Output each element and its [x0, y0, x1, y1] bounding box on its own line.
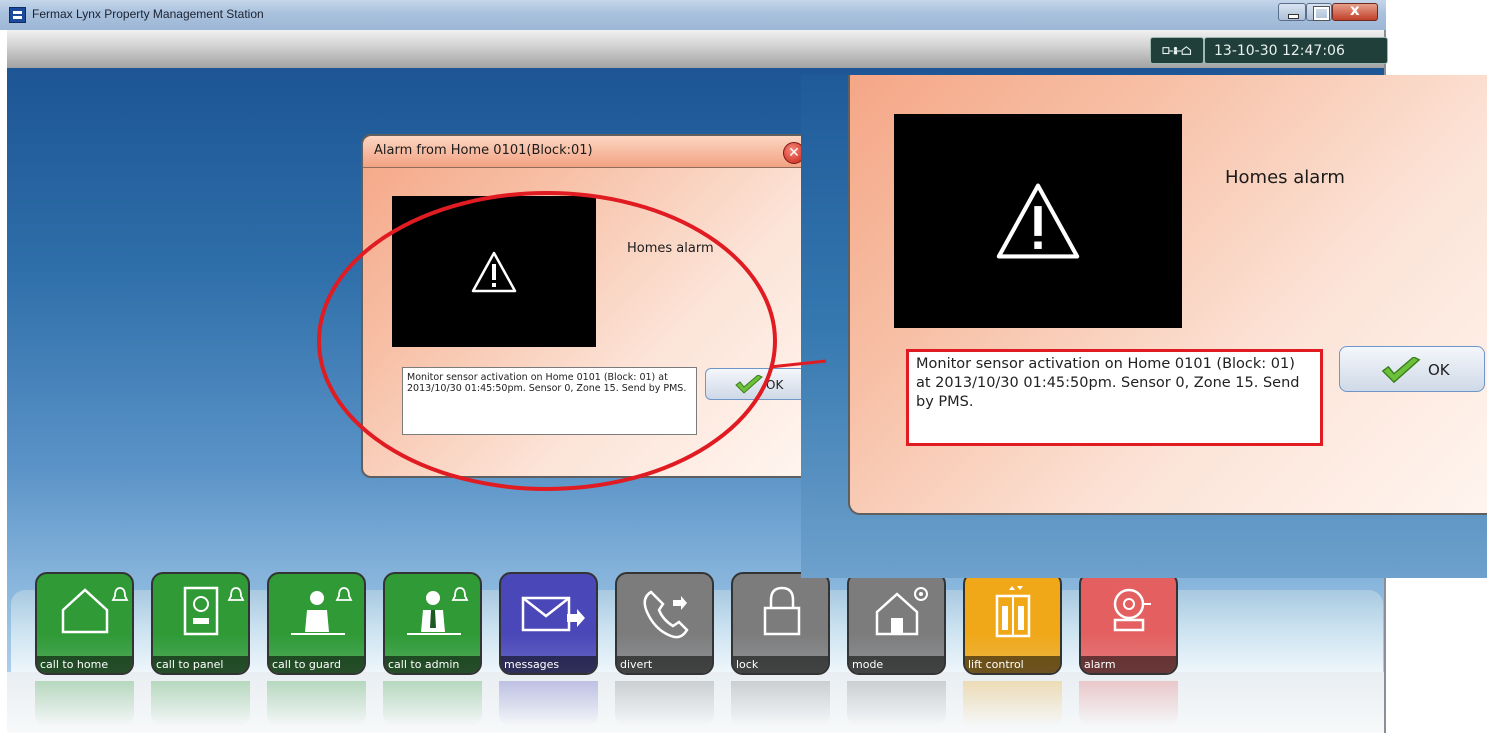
close-icon: ✕: [788, 145, 800, 161]
dock-button-lift-control[interactable]: lift control: [963, 572, 1062, 675]
zoomed-ok-label: OK: [1428, 361, 1450, 379]
dock-button-call-to-guard[interactable]: call to guard: [267, 572, 366, 675]
dock-button-call-to-home[interactable]: call to home: [35, 572, 134, 675]
dock-button-mode[interactable]: mode: [847, 572, 946, 675]
magnified-callout: Homes alarm Monitor sensor activation on…: [801, 75, 1487, 578]
dock-button-reflection: [35, 681, 134, 726]
admin-bell-icon: [385, 574, 480, 660]
zoomed-alarm-dialog: Homes alarm Monitor sensor activation on…: [848, 75, 1487, 515]
dock-button-label: lock: [733, 656, 828, 673]
dialog-titlebar: Alarm from Home 0101(Block:01) ✕: [363, 136, 809, 168]
dock-button-label: call to panel: [153, 656, 248, 673]
house-gear-icon: [849, 574, 944, 660]
title-bar: Fermax Lynx Property Management Station: [0, 0, 1386, 30]
warning-icon: [471, 251, 517, 292]
top-toolbar: 13-10-30 12:47:06: [7, 30, 1388, 68]
network-status-icon: [1162, 46, 1192, 55]
phone-divert-icon: [617, 574, 712, 660]
window-title: Fermax Lynx Property Management Station: [32, 7, 264, 21]
alarm-type-label: Homes alarm: [627, 241, 714, 256]
dock-button-divert[interactable]: divert: [615, 572, 714, 675]
dock-button-reflection: [267, 681, 366, 726]
ok-label: OK: [766, 378, 784, 392]
checkmark-icon: [1381, 357, 1421, 384]
dock-button-label: messages: [501, 656, 596, 673]
dock-button-reflection: [847, 681, 946, 726]
elevator-icon: [965, 574, 1060, 660]
alarm-dialog: Alarm from Home 0101(Block:01) ✕ Homes a…: [361, 134, 811, 478]
dock-button-reflection: [499, 681, 598, 726]
connection-status: [1150, 37, 1204, 64]
alarm-message: Monitor sensor activation on Home 0101 (…: [402, 367, 697, 435]
dock-button-call-to-admin[interactable]: call to admin: [383, 572, 482, 675]
dock-button-label: call to guard: [269, 656, 364, 673]
checkmark-icon: [735, 375, 763, 394]
dock-button-messages[interactable]: messages: [499, 572, 598, 675]
clock-text: 13-10-30 12:47:06: [1214, 43, 1345, 59]
close-window-button[interactable]: [1332, 1, 1378, 21]
warning-icon: [996, 183, 1080, 259]
dock-button-reflection: [963, 681, 1062, 726]
clock-display: 13-10-30 12:47:06: [1204, 37, 1388, 64]
dialog-title: Alarm from Home 0101(Block:01): [374, 143, 593, 158]
dock-button-label: lift control: [965, 656, 1060, 673]
dock-button-label: alarm: [1081, 656, 1176, 673]
dock-button-label: call to home: [37, 656, 132, 673]
guard-bell-icon: [269, 574, 364, 660]
house-bell-icon: [37, 574, 132, 660]
zoomed-alarm-message: Monitor sensor activation on Home 0101 (…: [906, 349, 1323, 446]
maximize-button[interactable]: [1306, 3, 1332, 21]
app-logo-icon: [9, 7, 26, 23]
zoomed-alarm-type-label: Homes alarm: [1225, 167, 1345, 188]
zoomed-ok-button[interactable]: OK: [1339, 346, 1485, 392]
alarm-bell-icon: [1081, 574, 1176, 660]
padlock-icon: [733, 574, 828, 660]
dock-button-alarm[interactable]: alarm: [1079, 572, 1178, 675]
zoomed-video-area: [894, 114, 1182, 328]
dock-button-call-to-panel[interactable]: call to panel: [151, 572, 250, 675]
dock-button-reflection: [383, 681, 482, 726]
envelope-icon: [501, 574, 596, 660]
dock-button-lock[interactable]: lock: [731, 572, 830, 675]
dock-button-reflection: [1079, 681, 1178, 726]
alarm-video-area: [392, 196, 596, 347]
dock-button-label: call to admin: [385, 656, 480, 673]
dock-button-label: divert: [617, 656, 712, 673]
dock-button-label: mode: [849, 656, 944, 673]
dock-button-reflection: [615, 681, 714, 726]
ok-button[interactable]: OK: [705, 368, 809, 400]
minimize-button[interactable]: [1278, 3, 1306, 21]
dock-button-reflection: [731, 681, 830, 726]
entry-panel-bell-icon: [153, 574, 248, 660]
dock-button-reflection: [151, 681, 250, 726]
